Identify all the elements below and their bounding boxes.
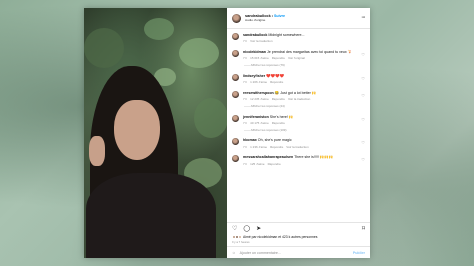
comment-username[interactable]: lindseyfisher bbox=[243, 74, 265, 78]
comment-text: Oh, she's pure magic bbox=[257, 138, 292, 143]
publish-button[interactable]: Publier bbox=[353, 251, 365, 255]
comment-icon[interactable]: ◯ bbox=[243, 225, 250, 232]
avatar[interactable] bbox=[232, 90, 239, 98]
reply-link[interactable]: Répondre bbox=[272, 56, 285, 60]
comment-extra-link[interactable]: Voir la traduction bbox=[286, 145, 308, 149]
person-dress bbox=[86, 173, 216, 258]
comment-text: 😂 Just got a lot better 🙌 bbox=[274, 90, 317, 95]
person-face bbox=[114, 100, 160, 160]
liker-avatars bbox=[232, 235, 242, 239]
comment-username[interactable]: jenniferaniston bbox=[243, 115, 269, 119]
comment-heart-icon[interactable]: ♡ bbox=[361, 76, 365, 81]
emoji-icon[interactable]: ☺ bbox=[232, 251, 236, 255]
reply-link[interactable]: Répondre bbox=[268, 162, 281, 166]
comment-time: 7 h bbox=[243, 80, 248, 85]
comment-likes[interactable]: 1 236 J'aime bbox=[250, 145, 267, 149]
comment-likes[interactable]: 1 206 J'aime bbox=[250, 80, 267, 84]
view-replies-link[interactable]: —— Afficher les réponses (79) bbox=[244, 63, 365, 67]
caption-username[interactable]: sandrabullock bbox=[243, 33, 267, 37]
likes-text: Aimé par nicolekidman et 423 k autres pe… bbox=[243, 235, 318, 239]
reply-link[interactable]: Répondre bbox=[272, 97, 285, 101]
caption-text: Midnight somewhere... bbox=[268, 33, 305, 37]
caption: sandrabullock Midnight somewhere... 7 h … bbox=[232, 33, 365, 43]
comment-likes[interactable]: 15 015 J'aime bbox=[250, 56, 269, 60]
comment-time: 7 h bbox=[243, 120, 248, 125]
post-sidebar: sandrabullock • Suivre Audio d'origine ·… bbox=[227, 8, 370, 258]
comment-time: 7 h bbox=[243, 161, 248, 166]
view-replies-link[interactable]: —— Afficher les réponses (24) bbox=[244, 104, 365, 108]
header-dot: • bbox=[271, 14, 274, 18]
comment-item: reesewitherspoon 😂 Just got a lot better… bbox=[232, 90, 365, 102]
comment-username[interactable]: hbomax bbox=[243, 138, 257, 142]
view-replies-link[interactable]: —— Afficher les réponses (109) bbox=[244, 128, 365, 132]
avatar[interactable] bbox=[232, 138, 239, 146]
follow-button[interactable]: Suivre bbox=[274, 14, 285, 18]
comment-heart-icon[interactable]: ♡ bbox=[361, 140, 365, 145]
reply-link[interactable]: Répondre bbox=[270, 80, 283, 84]
comment-heart-icon[interactable]: ♡ bbox=[361, 52, 365, 57]
comment-username[interactable]: messarahcallahanrapeaulsen bbox=[243, 155, 293, 159]
instagram-post: sandrabullock • Suivre Audio d'origine ·… bbox=[84, 8, 370, 258]
comment-time: 7 h bbox=[243, 144, 248, 149]
translate-link[interactable]: Voir la traduction bbox=[250, 39, 272, 43]
comment-text: ❤️❤️❤️❤️ bbox=[266, 73, 285, 78]
post-video[interactable] bbox=[84, 8, 227, 258]
comment-item: messarahcallahanrapeaulsen There she is!… bbox=[232, 155, 365, 166]
avatar[interactable] bbox=[232, 73, 239, 81]
avatar[interactable] bbox=[232, 13, 241, 23]
comment-extra-link[interactable]: Voir la traduction bbox=[288, 97, 310, 101]
share-icon[interactable]: ➤ bbox=[256, 225, 261, 232]
comment-item: hbomax Oh, she's pure magic 7 h 1 236 J'… bbox=[232, 138, 365, 149]
comment-heart-icon[interactable]: ♡ bbox=[361, 157, 365, 162]
comment-heart-icon[interactable]: ♡ bbox=[361, 117, 365, 122]
comments-list[interactable]: sandrabullock Midnight somewhere... 7 h … bbox=[227, 29, 370, 222]
comment-likes[interactable]: 125 J'aime bbox=[250, 162, 264, 166]
comment-time: 7 h bbox=[243, 97, 248, 102]
comment-text: There she is!!!!! 🙌🙌🙌 bbox=[294, 155, 334, 160]
avatar[interactable] bbox=[232, 155, 239, 163]
avatar[interactable] bbox=[232, 114, 239, 122]
audio-link[interactable]: Audio d'origine bbox=[245, 18, 285, 22]
add-comment-input[interactable]: Ajouter un commentaire... bbox=[240, 251, 281, 255]
comment-username[interactable]: nicolekidman bbox=[243, 50, 266, 54]
comment-likes[interactable]: 12 235 J'aime bbox=[250, 97, 269, 101]
reply-link[interactable]: Répondre bbox=[272, 121, 285, 125]
comment-item: jenniferaniston She's here! 🙌 7 h 40 175… bbox=[232, 114, 365, 125]
comment-username[interactable]: reesewitherspoon bbox=[243, 91, 274, 95]
avatar[interactable] bbox=[232, 33, 239, 40]
action-bar: ♡ ◯ ➤ ⌑ bbox=[227, 222, 370, 234]
comment-time: 7 h bbox=[243, 56, 248, 61]
more-options-icon[interactable]: ··· bbox=[362, 15, 366, 21]
bookmark-icon[interactable]: ⌑ bbox=[362, 225, 365, 232]
comment-item: nicolekidman Je prendrai des margaritas … bbox=[232, 49, 365, 61]
comment-text: She's here! 🙌 bbox=[269, 114, 294, 119]
like-heart-icon[interactable]: ♡ bbox=[232, 225, 237, 232]
comment-extra-link[interactable]: Voir l'original bbox=[288, 56, 305, 60]
comment-likes[interactable]: 40 175 J'aime bbox=[250, 121, 269, 125]
comment-heart-icon[interactable]: ♡ bbox=[361, 93, 365, 98]
add-comment-bar: ☺ Ajouter un commentaire... Publier bbox=[227, 246, 370, 258]
comment-item: lindseyfisher ❤️❤️❤️❤️ 7 h 1 206 J'aime … bbox=[232, 73, 365, 85]
caption-time: 7 h bbox=[243, 39, 248, 44]
reply-link[interactable]: Répondre bbox=[270, 145, 283, 149]
avatar[interactable] bbox=[232, 49, 239, 57]
person-hand bbox=[89, 136, 105, 166]
post-header: sandrabullock • Suivre Audio d'origine ·… bbox=[227, 8, 370, 29]
comment-text: Je prendrai des margaritas avec toi quan… bbox=[266, 49, 353, 54]
